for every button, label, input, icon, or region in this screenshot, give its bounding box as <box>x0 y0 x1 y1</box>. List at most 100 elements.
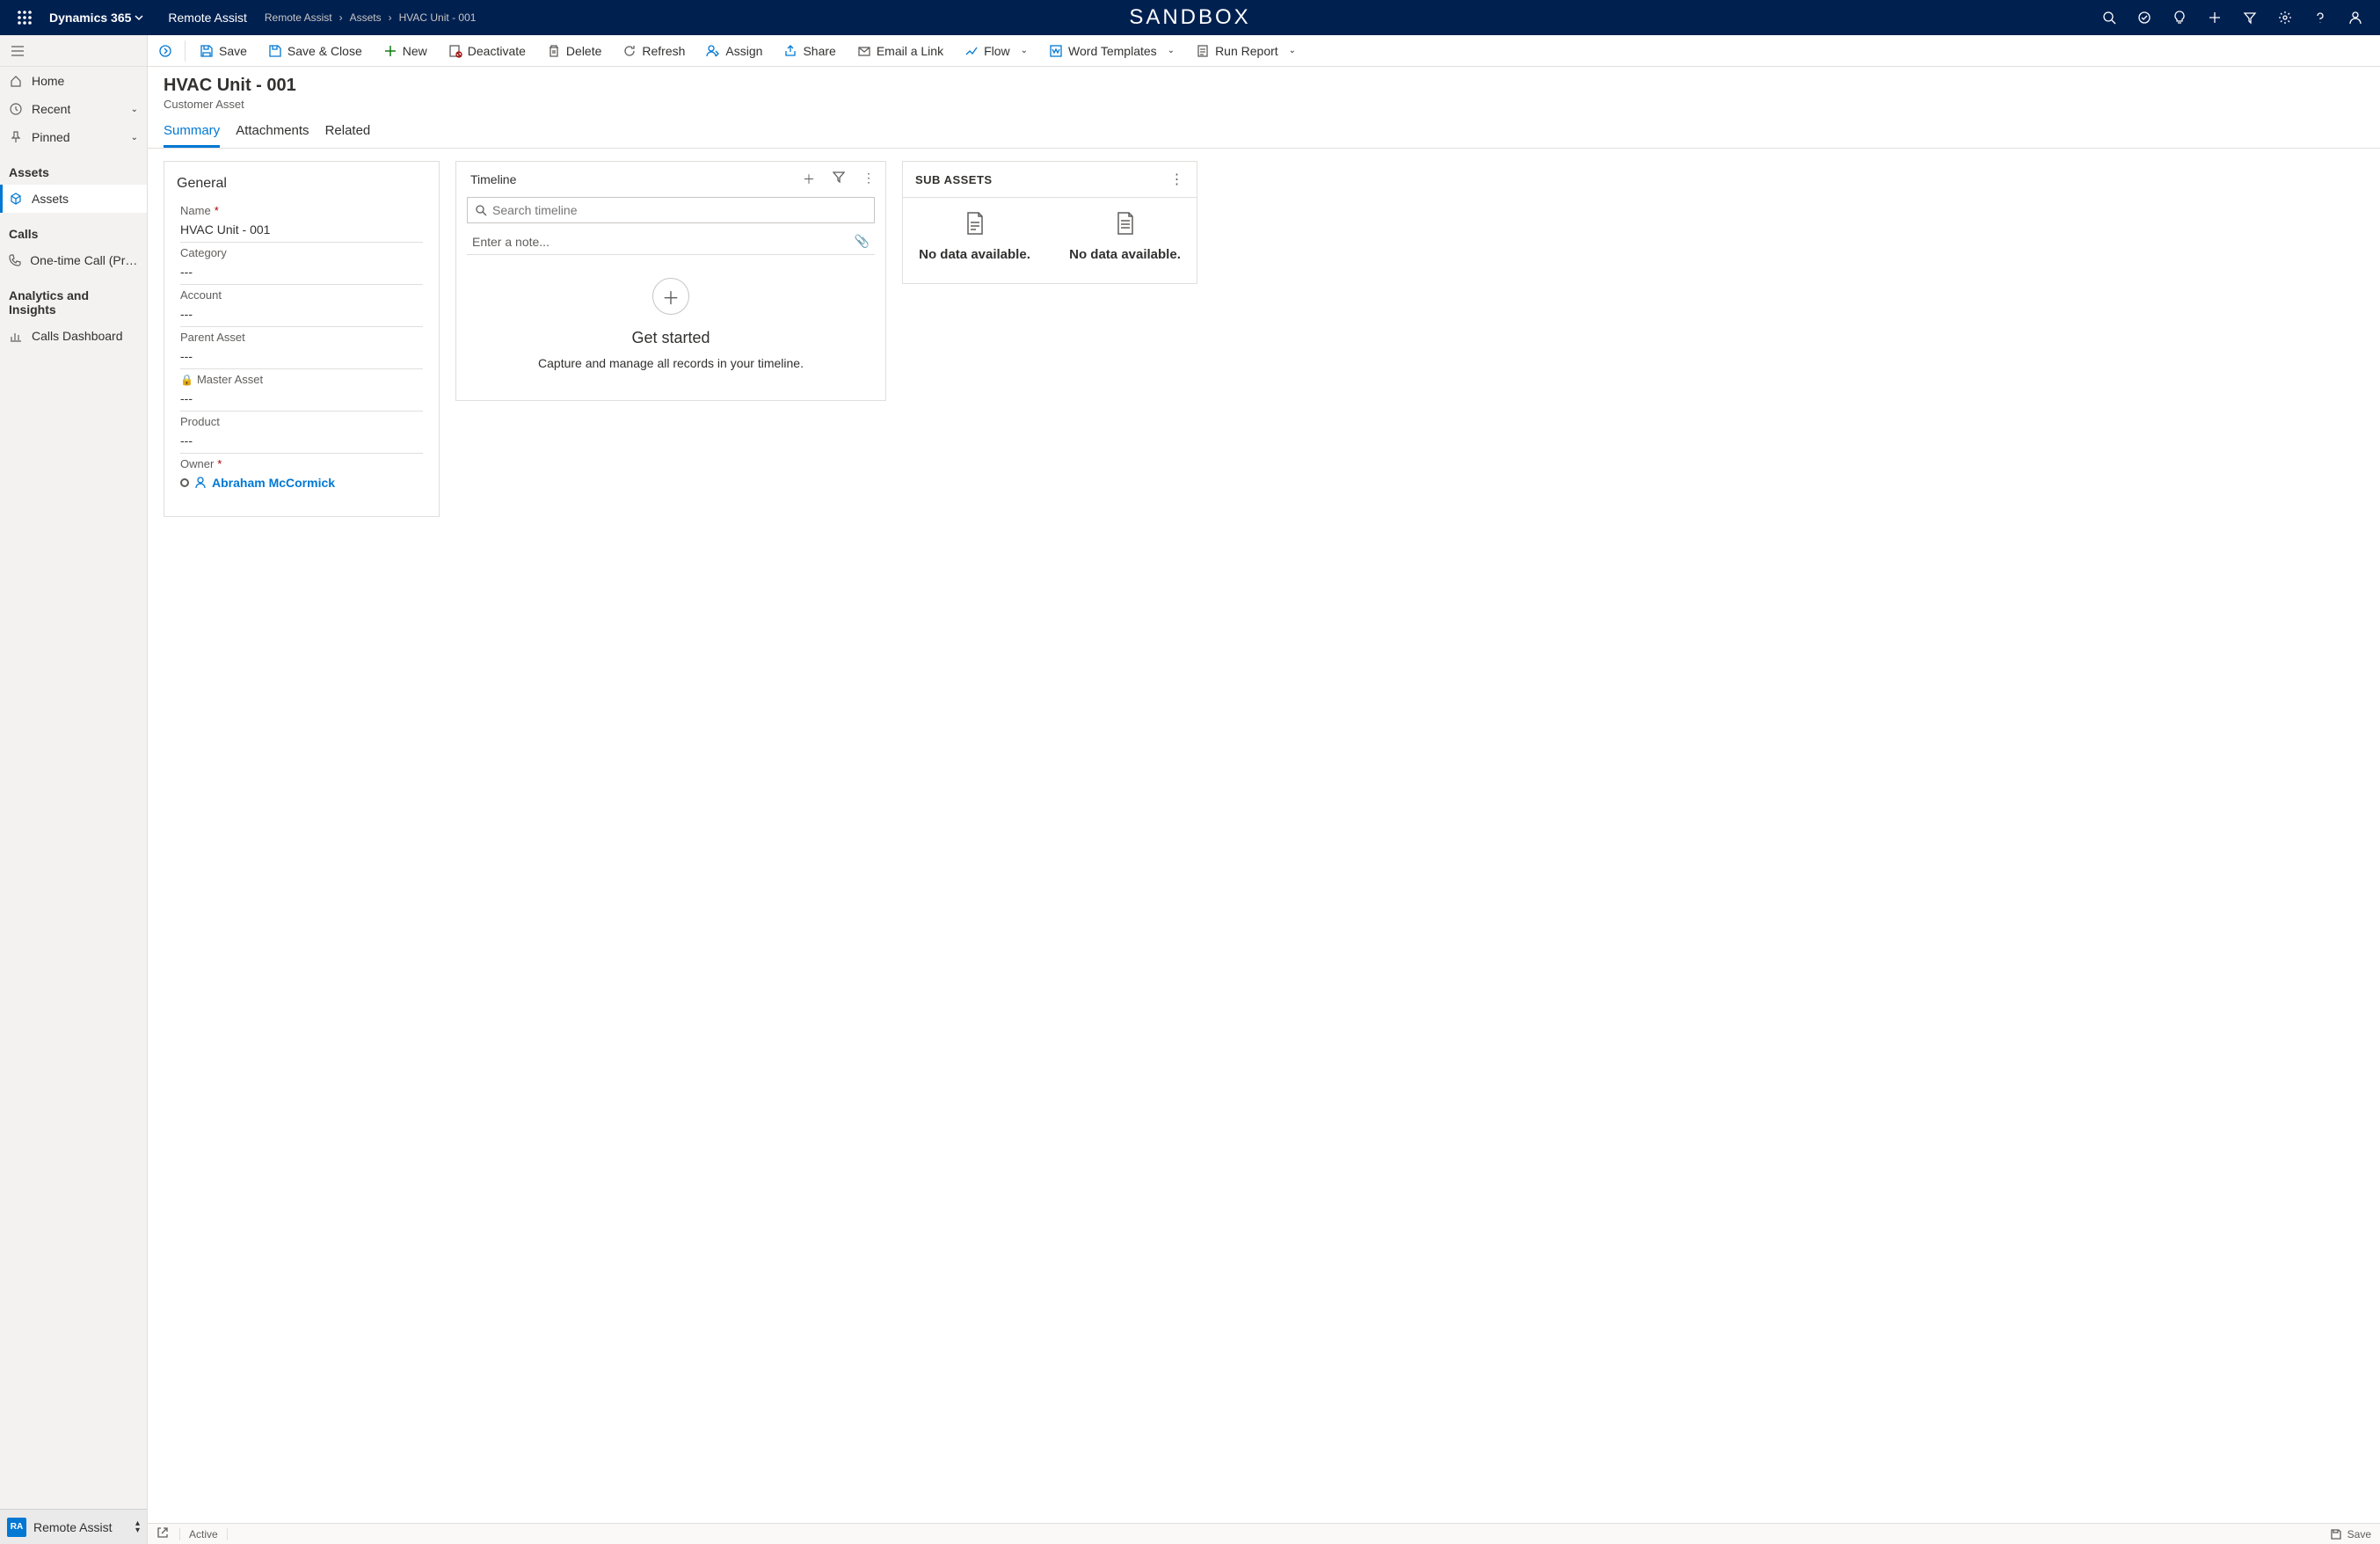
timeline-search[interactable] <box>467 197 875 223</box>
delete-button[interactable]: Delete <box>538 35 610 67</box>
flow-button[interactable]: Flow ⌄ <box>956 35 1037 67</box>
breadcrumb: Remote Assist› Assets› HVAC Unit - 001 <box>265 11 477 24</box>
name-field[interactable]: HVAC Unit - 001 <box>180 217 423 243</box>
more-icon[interactable]: ⋮ <box>1170 171 1185 188</box>
popout-icon[interactable] <box>156 1526 169 1541</box>
hamburger-icon[interactable] <box>0 35 147 67</box>
no-data-label: No data available. <box>915 247 1034 262</box>
record-subtitle: Customer Asset <box>164 98 2364 111</box>
task-icon[interactable] <box>2127 0 2162 35</box>
asset-icon <box>9 192 23 206</box>
owner-field[interactable]: Abraham McCormick <box>180 470 423 495</box>
plus-icon[interactable] <box>2197 0 2232 35</box>
search-input[interactable] <box>492 203 867 217</box>
timeline-subtext: Capture and manage all records in your t… <box>467 356 875 370</box>
topbar: Dynamics 365 Remote Assist Remote Assist… <box>0 0 2380 35</box>
lightbulb-icon[interactable] <box>2162 0 2197 35</box>
required-indicator: * <box>217 457 222 470</box>
save-label: Save <box>2347 1528 2371 1540</box>
app-badge: RA <box>7 1518 26 1537</box>
sidebar-item-assets[interactable]: Assets <box>0 185 147 213</box>
category-field[interactable]: --- <box>180 259 423 285</box>
sidebar-item-label: Assets <box>32 192 69 206</box>
app-launcher-icon[interactable] <box>7 0 42 35</box>
tab-related[interactable]: Related <box>325 118 371 148</box>
product-field[interactable]: --- <box>180 428 423 454</box>
field-label: Owner <box>180 457 214 470</box>
chevron-down-icon: ⌄ <box>1168 46 1175 55</box>
app-name[interactable]: Remote Assist <box>150 11 264 25</box>
card-title: SUB ASSETS <box>915 173 993 186</box>
search-icon[interactable] <box>2092 0 2127 35</box>
more-icon[interactable]: ⋮ <box>862 171 875 188</box>
new-button[interactable]: New <box>375 35 436 67</box>
pin-icon <box>9 130 23 144</box>
account-field[interactable]: --- <box>180 302 423 327</box>
tab-attachments[interactable]: Attachments <box>236 118 309 148</box>
sidebar-item-recent[interactable]: Recent ⌄ <box>0 95 147 123</box>
cmd-label: Deactivate <box>468 44 526 58</box>
sidebar-item-label: Home <box>32 74 64 88</box>
plus-icon[interactable]: ＋ <box>803 171 815 188</box>
sidebar-item-onetime-call[interactable]: One-time Call (Previ... <box>0 246 147 274</box>
clock-icon <box>9 102 23 116</box>
add-record-button[interactable]: ＋ <box>652 278 689 315</box>
cmd-label: Word Templates <box>1068 44 1157 58</box>
brand-dropdown[interactable]: Dynamics 365 <box>42 11 150 25</box>
filter-icon[interactable] <box>833 171 845 188</box>
sidebar-item-pinned[interactable]: Pinned ⌄ <box>0 123 147 151</box>
sidebar-item-label: Recent <box>32 102 70 116</box>
page-title: HVAC Unit - 001 <box>164 76 2364 96</box>
sandbox-label: SANDBOX <box>1129 5 1250 30</box>
save-button[interactable]: Save <box>191 35 256 67</box>
chevron-right-icon: › <box>339 11 343 24</box>
enter-note[interactable]: Enter a note... 📎 <box>467 229 875 255</box>
word-templates-button[interactable]: Word Templates ⌄ <box>1040 35 1183 67</box>
owner-name: Abraham McCormick <box>212 476 335 490</box>
presence-icon <box>180 478 189 487</box>
tab-summary[interactable]: Summary <box>164 118 220 148</box>
sidebar-item-calls-dashboard[interactable]: Calls Dashboard <box>0 322 147 350</box>
cmd-label: Run Report <box>1215 44 1278 58</box>
timeline-card: Timeline ＋ ⋮ Enter a note... 📎 <box>455 161 886 401</box>
updown-icon: ▴▾ <box>135 1520 140 1534</box>
divider <box>185 40 186 62</box>
breadcrumb-item[interactable]: Remote Assist› <box>265 11 343 24</box>
chevron-down-icon <box>135 13 143 22</box>
cmd-label: Share <box>803 44 835 58</box>
sidebar-section-calls: Calls <box>0 213 147 246</box>
no-data-label: No data available. <box>1066 247 1184 262</box>
user-icon[interactable] <box>2338 0 2373 35</box>
breadcrumb-item[interactable]: Assets› <box>350 11 392 24</box>
deactivate-button[interactable]: Deactivate <box>440 35 535 67</box>
breadcrumb-item[interactable]: HVAC Unit - 001 <box>399 11 477 24</box>
master-asset-field: --- <box>180 386 423 411</box>
share-button[interactable]: Share <box>775 35 844 67</box>
chevron-down-icon: ⌄ <box>131 105 138 114</box>
email-link-button[interactable]: Email a Link <box>848 35 952 67</box>
status-bar: Active Save <box>148 1523 2380 1544</box>
field-label: Category <box>180 246 227 259</box>
card-title: Timeline <box>467 172 516 186</box>
parent-asset-field[interactable]: --- <box>180 344 423 369</box>
cmd-label: Save & Close <box>287 44 362 58</box>
cmd-label: Flow <box>984 44 1010 58</box>
run-report-button[interactable]: Run Report⌄ <box>1187 35 1305 67</box>
expand-icon[interactable] <box>151 44 179 58</box>
save-close-button[interactable]: Save & Close <box>259 35 371 67</box>
gear-icon[interactable] <box>2267 0 2303 35</box>
command-bar: Save Save & Close New Deactivate Delete … <box>148 35 2380 67</box>
filter-icon[interactable] <box>2232 0 2267 35</box>
chevron-down-icon: ⌄ <box>1021 46 1028 55</box>
tabs: Summary Attachments Related <box>148 111 2380 149</box>
app-switcher[interactable]: RA Remote Assist ▴▾ <box>0 1509 147 1544</box>
refresh-button[interactable]: Refresh <box>614 35 694 67</box>
field-label: Master Asset <box>197 373 263 386</box>
sub-assets-card: SUB ASSETS ⋮ No data available. No data … <box>902 161 1197 284</box>
sidebar-item-home[interactable]: Home <box>0 67 147 95</box>
sidebar-item-label: Pinned <box>32 130 70 144</box>
paperclip-icon[interactable]: 📎 <box>855 234 870 249</box>
save-button-footer[interactable]: Save <box>2330 1528 2371 1540</box>
help-icon[interactable] <box>2303 0 2338 35</box>
assign-button[interactable]: Assign <box>697 35 771 67</box>
